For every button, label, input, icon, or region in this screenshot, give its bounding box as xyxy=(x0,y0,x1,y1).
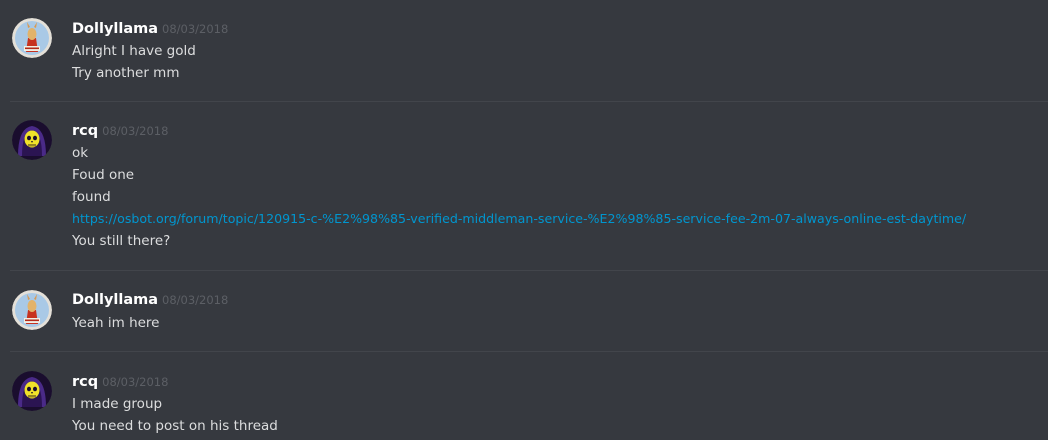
timestamp: 08/03/2018 xyxy=(162,293,229,307)
message-divider xyxy=(10,351,1048,352)
username[interactable]: rcq xyxy=(72,123,98,139)
message-text: You need to post on his thread xyxy=(72,418,278,434)
message-text: found xyxy=(72,189,111,205)
chat-messages: Dollyllama 08/03/2018 Alright I have gold… xyxy=(0,0,1048,440)
message-text: Alright I have gold xyxy=(72,43,196,59)
message-header: rcq 08/03/2018 xyxy=(72,371,168,391)
message-header: rcq 08/03/2018 xyxy=(72,120,168,140)
skull-avatar-icon[interactable] xyxy=(12,371,52,411)
message-link[interactable]: https://osbot.org/forum/topic/120915-c-%… xyxy=(72,208,966,230)
message-text: ok xyxy=(72,145,89,161)
username[interactable]: Dollyllama xyxy=(72,292,158,308)
message-text: I made group xyxy=(72,396,163,412)
message-divider xyxy=(10,101,1048,102)
llama-avatar-icon[interactable] xyxy=(12,290,52,330)
message-divider xyxy=(10,270,1048,271)
timestamp: 08/03/2018 xyxy=(162,22,229,36)
message-text: Yeah im here xyxy=(72,315,160,331)
llama-avatar-icon[interactable] xyxy=(12,18,52,58)
message-header: Dollyllama 08/03/2018 xyxy=(72,289,228,309)
username[interactable]: Dollyllama xyxy=(72,21,158,37)
timestamp: 08/03/2018 xyxy=(102,124,169,138)
username[interactable]: rcq xyxy=(72,374,98,390)
skull-avatar-icon[interactable] xyxy=(12,120,52,160)
message-text: You still there? xyxy=(72,233,171,249)
message-text: Try another mm xyxy=(72,65,180,81)
timestamp: 08/03/2018 xyxy=(102,375,169,389)
message-header: Dollyllama 08/03/2018 xyxy=(72,18,228,38)
message-text: Foud one xyxy=(72,167,135,183)
